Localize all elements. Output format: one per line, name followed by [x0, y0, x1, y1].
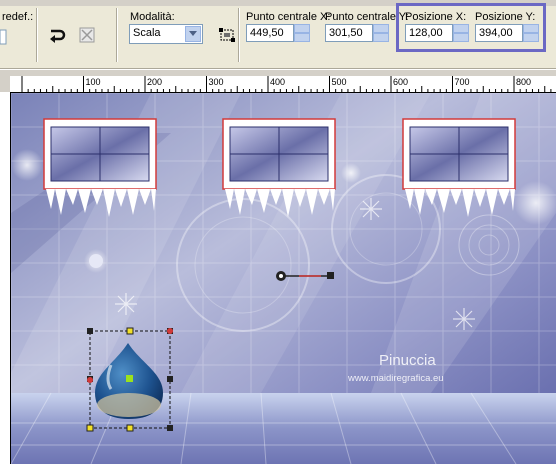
watermark-name: Pinuccia [379, 352, 436, 369]
separator [36, 8, 38, 62]
mode-value: Scala [133, 27, 161, 39]
preset-dropdown[interactable] [0, 26, 8, 48]
ruler-label: 500 [332, 77, 347, 87]
tool-options-bar: redef.: Modalità: Scala Punto centrale X… [0, 0, 556, 69]
horizontal-ruler: 100 200 300 400 500 600 700 800 [10, 76, 556, 93]
rotate-arrow-icon [50, 29, 66, 43]
vertical-ruler [0, 92, 11, 464]
center-y-spinner[interactable]: 301,50 [325, 24, 389, 42]
ruler-label: 300 [209, 77, 224, 87]
reset-button[interactable] [46, 24, 68, 46]
position-highlight-box [396, 3, 546, 52]
chevron-down-icon[interactable] [185, 26, 201, 42]
ruler-label: 400 [270, 77, 285, 87]
center-y-field[interactable]: 301,50 [325, 24, 373, 42]
center-x-label: Punto centrale X: [246, 11, 331, 23]
ruler-label: 800 [516, 77, 531, 87]
spin-down-icon[interactable] [294, 33, 310, 42]
separator [238, 8, 240, 62]
ruler-ticks: 100 200 300 400 500 600 700 800 [21, 76, 552, 92]
apply-button[interactable] [76, 24, 98, 46]
ruler-label: 100 [86, 77, 101, 87]
watermark-site: www.maidiregrafica.eu [347, 373, 444, 384]
mode-label: Modalità: [130, 11, 175, 23]
pick-button[interactable] [216, 24, 238, 46]
grid-x-icon [79, 27, 95, 43]
deform-box-icon [219, 28, 235, 42]
spin-up-icon[interactable] [294, 24, 310, 33]
center-x-spinner[interactable]: 449,50 [246, 24, 310, 42]
preset-label: redef.: [2, 11, 34, 23]
ruler-label: 600 [393, 77, 408, 87]
ruler-label: 700 [455, 77, 470, 87]
canvas-artwork: Pinuccia www.maidiregrafica.eu [11, 93, 556, 464]
ruler-label: 200 [147, 77, 162, 87]
spin-down-icon[interactable] [373, 33, 389, 42]
image-canvas[interactable]: Pinuccia www.maidiregrafica.eu [11, 93, 556, 464]
mode-select[interactable]: Scala [129, 24, 203, 44]
separator [116, 8, 118, 62]
center-x-field[interactable]: 449,50 [246, 24, 294, 42]
spin-up-icon[interactable] [373, 24, 389, 33]
